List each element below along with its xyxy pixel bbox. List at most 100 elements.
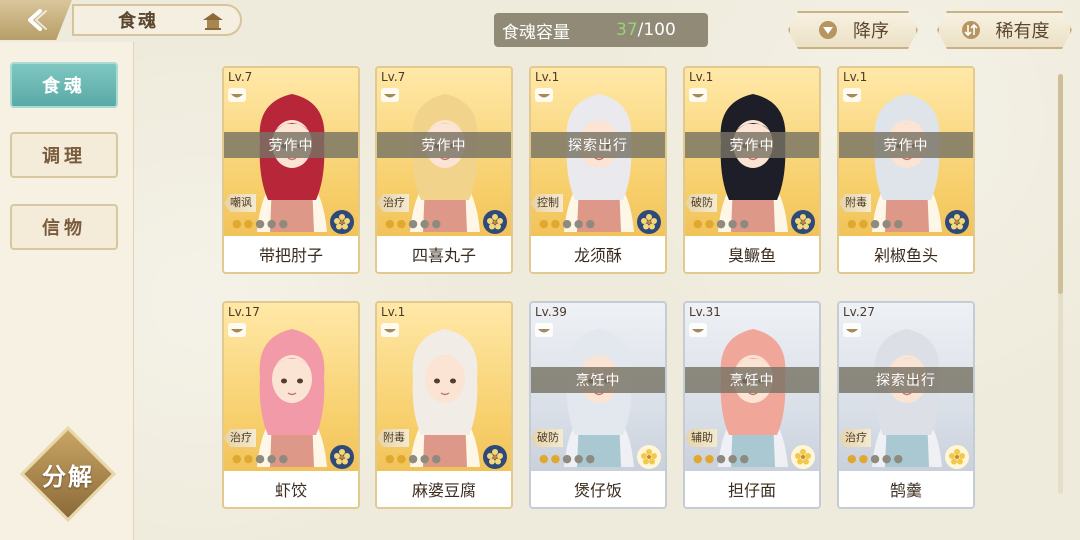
card-stars: ● ● ● ● ● [232,218,288,230]
page-title-text: 食魂 [118,11,158,32]
bowl-icon [228,323,246,337]
flower-badge-icon [483,445,507,469]
star-icon: ● [255,452,265,465]
card-level: Lv.1 [689,70,714,84]
card-status: 劳作中 [224,132,358,158]
star-icon: ● [243,452,254,465]
card-stars: ● ● ● ● ● [847,453,903,465]
star-icon: ● [573,452,584,465]
card-name: 剁椒鱼头 [839,236,973,272]
star-icon: ● [739,452,750,465]
star-icon: ● [550,217,561,230]
star-icon: ● [858,217,869,230]
star-icon: ● [266,217,277,230]
star-icon: ● [431,217,442,230]
pavilion-icon [203,13,223,30]
sort-order-button[interactable]: 降序 [788,11,918,49]
flower-badge-icon [483,210,507,234]
card-status: 烹饪中 [531,367,665,393]
food-soul-card[interactable]: Lv.1 探索出行 控制 ● ● ● ● ● 龙须酥 [529,66,667,274]
star-icon: ● [396,452,407,465]
card-name: 鹄羹 [839,471,973,507]
food-soul-card[interactable]: Lv.7 劳作中 嘲讽 ● ● ● ● ● 带把肘子 [222,66,360,274]
sort-rarity-button[interactable]: 稀有度 [937,11,1072,49]
food-soul-card[interactable]: Lv.1 劳作中 附毒 ● ● ● ● ● 剁椒鱼头 [837,66,975,274]
card-status: 探索出行 [839,367,973,393]
card-portrait: Lv.17 治疗 ● ● ● ● ● [224,303,358,473]
star-icon: ● [539,452,549,465]
star-icon: ● [739,217,750,230]
card-role-tag: 治疗 [839,429,871,447]
card-portrait: Lv.39 烹饪中 破防 ● ● ● ● ● [531,303,665,473]
food-soul-card[interactable]: Lv.39 烹饪中 破防 ● ● ● ● ● 煲仔饭 [529,301,667,509]
scrollbar[interactable] [1058,74,1063,494]
card-portrait: Lv.7 劳作中 治疗 ● ● ● ● ● [377,68,511,238]
star-icon: ● [693,452,703,465]
flower-badge-icon [330,445,354,469]
star-icon: ● [573,217,584,230]
star-icon: ● [232,217,242,230]
card-stars: ● ● ● ● ● [385,218,441,230]
food-soul-card[interactable]: Lv.7 劳作中 治疗 ● ● ● ● ● 四喜丸子 [375,66,513,274]
star-icon: ● [870,217,880,230]
card-level: Lv.1 [843,70,868,84]
tab-cultivate[interactable]: 调理 [10,132,118,178]
food-soul-card[interactable]: Lv.1 劳作中 破防 ● ● ● ● ● 臭鳜鱼 [683,66,821,274]
star-icon: ● [727,452,738,465]
card-name: 臭鳜鱼 [685,236,819,272]
sort-order-label: 降序 [853,21,889,42]
card-status: 探索出行 [531,132,665,158]
card-level: Lv.31 [689,305,721,319]
star-icon: ● [408,217,418,230]
bowl-icon [228,88,246,102]
food-soul-card[interactable]: Lv.1 附毒 ● ● ● ● ● 麻婆豆腐 [375,301,513,509]
star-icon: ● [585,452,596,465]
decompose-button[interactable]: 分解 [19,425,117,523]
card-role-tag: 附毒 [839,194,871,212]
sort-arrows-icon [960,19,982,41]
scrollbar-thumb[interactable] [1058,74,1063,294]
tab-food-souls[interactable]: 食魂 [10,62,118,108]
card-stars: ● ● ● ● ● [232,453,288,465]
card-role-tag: 附毒 [377,429,409,447]
flower-badge-icon [945,445,969,469]
card-status: 劳作中 [839,132,973,158]
decompose-label: 分解 [42,462,94,491]
flower-badge-icon [791,210,815,234]
food-soul-card[interactable]: Lv.17 治疗 ● ● ● ● ● 虾饺 [222,301,360,509]
star-icon: ● [419,452,430,465]
card-portrait: Lv.7 劳作中 嘲讽 ● ● ● ● ● [224,68,358,238]
card-name: 煲仔饭 [531,471,665,507]
card-level: Lv.39 [535,305,567,319]
card-role-tag: 破防 [685,194,717,212]
card-name: 带把肘子 [224,236,358,272]
star-icon: ● [385,217,395,230]
bowl-icon [535,88,553,102]
star-icon: ● [847,217,857,230]
star-icon: ● [716,452,726,465]
food-soul-card[interactable]: Lv.31 烹饪中 辅助 ● ● ● ● ● 担仔面 [683,301,821,509]
card-portrait: Lv.31 烹饪中 辅助 ● ● ● ● ● [685,303,819,473]
star-icon: ● [255,217,265,230]
bowl-icon [381,323,399,337]
bowl-icon [689,88,707,102]
card-stars: ● ● ● ● ● [385,453,441,465]
sort-rarity-label: 稀有度 [995,21,1050,42]
card-portrait: Lv.1 劳作中 附毒 ● ● ● ● ● [839,68,973,238]
star-icon: ● [539,217,549,230]
star-icon: ● [266,452,277,465]
star-icon: ● [893,217,904,230]
card-name: 四喜丸子 [377,236,511,272]
card-level: Lv.7 [381,70,406,84]
card-status: 劳作中 [377,132,511,158]
card-level: Lv.1 [381,305,406,319]
flower-badge-icon [637,445,661,469]
card-status: 劳作中 [685,132,819,158]
tab-tokens[interactable]: 信物 [10,204,118,250]
star-icon: ● [431,452,442,465]
star-icon: ● [881,452,892,465]
star-icon: ● [562,217,572,230]
bowl-icon [843,88,861,102]
card-portrait: Lv.1 劳作中 破防 ● ● ● ● ● [685,68,819,238]
food-soul-card[interactable]: Lv.27 探索出行 治疗 ● ● ● ● ● 鹄羹 [837,301,975,509]
